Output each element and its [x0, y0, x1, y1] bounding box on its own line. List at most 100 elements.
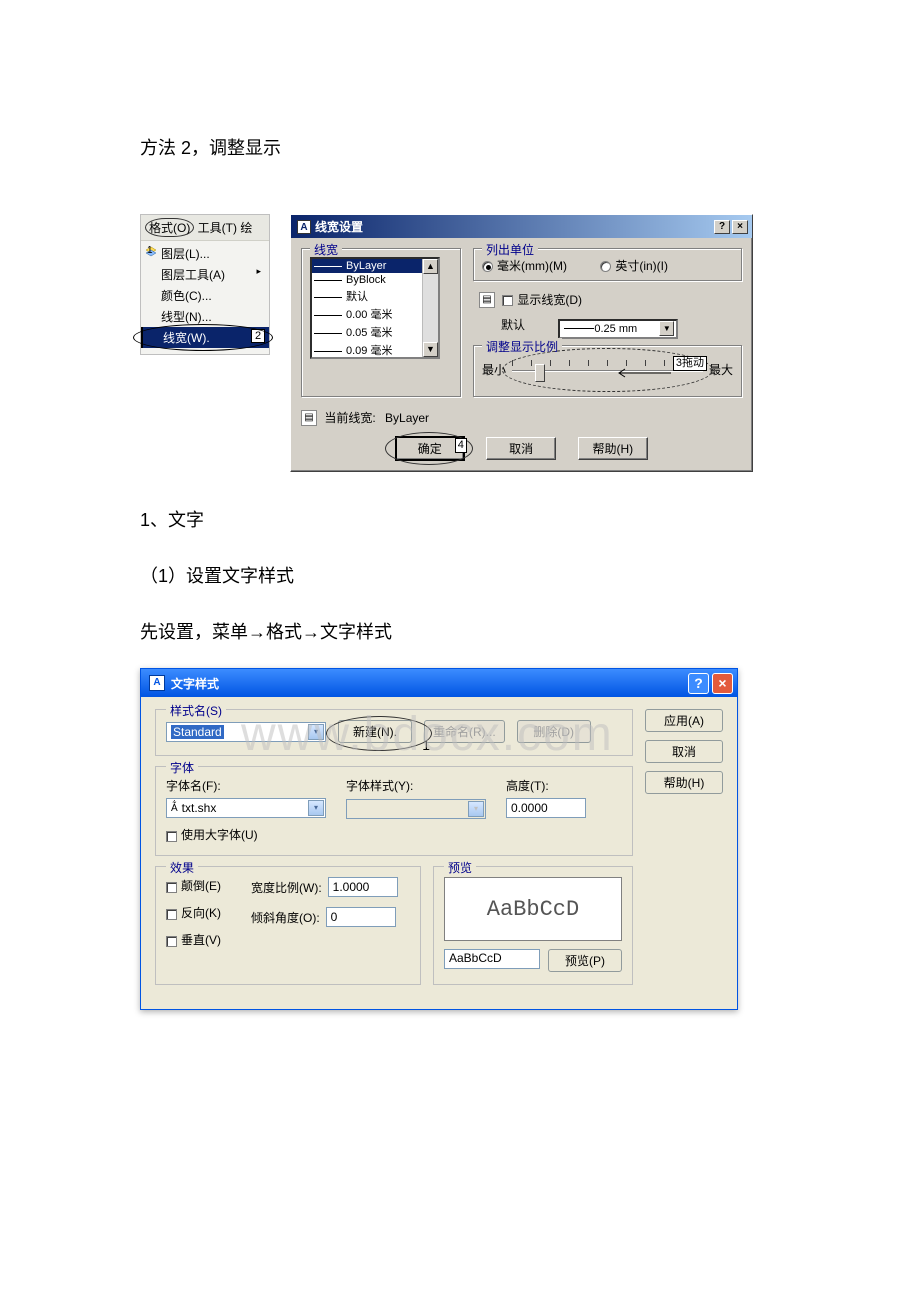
- checkbox-icon: [166, 882, 177, 893]
- preview-canvas: AaBbCcD: [444, 877, 622, 941]
- dialog-title: 文字样式: [171, 675, 219, 692]
- text-style-dialog: www.bdocx.com A 文字样式 ? × 样式名(S) Standard: [140, 668, 738, 1010]
- preview-button[interactable]: 预览(P): [548, 949, 622, 972]
- lineweight-list[interactable]: ByLayer ByBlock 默认 0.00 毫米 0.05 毫米 0.09 …: [310, 257, 440, 359]
- radio-inch[interactable]: 英寸(in)(I): [600, 257, 668, 274]
- oblique-label: 倾斜角度(O):: [251, 909, 320, 926]
- help-button[interactable]: 帮助(H): [645, 771, 723, 794]
- close-button[interactable]: ×: [732, 220, 748, 234]
- scale-max-label: 最大: [709, 361, 733, 378]
- help-button[interactable]: ?: [688, 673, 709, 694]
- menu-tools[interactable]: 工具(T): [198, 221, 237, 235]
- oblique-input[interactable]: 0: [326, 907, 396, 927]
- list-item[interactable]: ByBlock: [312, 273, 438, 287]
- current-icon: ▤: [301, 410, 317, 426]
- check-backward[interactable]: 反向(K): [166, 904, 221, 921]
- app-icon: A: [149, 675, 165, 691]
- group-effect-legend: 效果: [166, 859, 198, 876]
- list-item[interactable]: 0.09 毫米: [312, 341, 438, 359]
- scrollbar[interactable]: ▲ ▼: [422, 259, 438, 357]
- cancel-button[interactable]: 取消: [486, 437, 556, 460]
- menu-item-linetype[interactable]: 线型(N)...: [141, 306, 269, 327]
- scale-min-label: 最小: [482, 361, 506, 378]
- display-icon: ▤: [479, 292, 495, 308]
- default-label: 默认: [501, 318, 525, 332]
- font-style-label: 字体样式(Y):: [346, 777, 486, 794]
- menu-item-layer[interactable]: 1 图层(L)...: [141, 243, 269, 264]
- scroll-up-icon[interactable]: ▲: [423, 259, 438, 274]
- scroll-down-icon[interactable]: ▼: [423, 342, 438, 357]
- check-upside[interactable]: 颠倒(E): [166, 877, 221, 894]
- menu-item-label: 图层(L)...: [161, 247, 210, 261]
- checkbox-icon: [166, 936, 177, 947]
- menu-item-layer-tools[interactable]: 图层工具(A) ▸: [141, 264, 269, 285]
- list-item[interactable]: 0.00 毫米: [312, 305, 438, 323]
- group-scale-legend: 调整显示比例: [482, 338, 562, 355]
- menu-item-color[interactable]: 颜色(C)...: [141, 285, 269, 306]
- arrow-left-icon: [613, 368, 673, 378]
- method-heading: 方法 2，调整显示: [140, 130, 780, 166]
- radio-icon: [600, 261, 611, 272]
- format-menu: 格式(O) 工具(T) 绘 1 图层(L)... 图层工具(A) ▸ 颜色(C)…: [140, 214, 270, 355]
- chevron-down-icon: ▾: [308, 800, 324, 816]
- list-item[interactable]: ByLayer: [312, 259, 438, 273]
- group-preview-legend: 预览: [444, 859, 476, 876]
- annot-1: 1: [147, 245, 153, 256]
- section-1: 1、文字: [140, 502, 780, 538]
- annot-1-new: 1: [422, 737, 430, 753]
- check-big-font[interactable]: 使用大字体(U): [166, 826, 258, 843]
- annot-3-drag: 3拖动: [673, 356, 707, 371]
- apply-button[interactable]: 应用(A): [645, 709, 723, 732]
- group-units-legend: 列出单位: [482, 241, 538, 258]
- annot-4: 4: [455, 438, 467, 453]
- check-show-lineweight[interactable]: 显示线宽(D): [502, 291, 582, 308]
- current-lw-label: 当前线宽:: [324, 411, 375, 425]
- new-button[interactable]: 新建(N).: [338, 720, 412, 743]
- chevron-down-icon: ▼: [659, 321, 674, 336]
- style-name-select[interactable]: Standard ▾: [166, 722, 326, 742]
- shx-icon: A͋: [171, 803, 178, 814]
- checkbox-icon: [166, 831, 177, 842]
- preview-input[interactable]: AaBbCcD: [444, 949, 540, 969]
- section-1-body: 先设置，菜单→格式→文字样式: [140, 614, 780, 650]
- radio-mm[interactable]: 毫米(mm)(M): [482, 257, 567, 274]
- menu-item-label: 线宽(W).: [163, 331, 210, 345]
- height-input[interactable]: 0.0000: [506, 798, 586, 818]
- menu-item-lineweight[interactable]: 线宽(W). 2: [141, 327, 269, 348]
- menu-item-label: 线型(N)...: [161, 310, 212, 324]
- close-button[interactable]: ×: [712, 673, 733, 694]
- list-item[interactable]: 默认: [312, 287, 438, 305]
- radio-icon: [482, 261, 493, 272]
- font-name-select[interactable]: A͋ txt.shx ▾: [166, 798, 326, 818]
- group-font-legend: 字体: [166, 759, 198, 776]
- dialog-title: 线宽设置: [315, 218, 363, 235]
- dialog-titlebar: A 线宽设置 ? ×: [291, 215, 752, 238]
- chevron-down-icon: ▾: [468, 801, 484, 817]
- help-button[interactable]: ?: [714, 220, 730, 234]
- slider-thumb[interactable]: [535, 364, 545, 382]
- menu-item-label: 图层工具(A): [161, 268, 225, 282]
- group-style-name-legend: 样式名(S): [166, 702, 226, 719]
- menu-item-label: 颜色(C)...: [161, 289, 212, 303]
- width-ratio-input[interactable]: 1.0000: [328, 877, 398, 897]
- check-vertical[interactable]: 垂直(V): [166, 931, 221, 948]
- delete-button[interactable]: 删除(D): [517, 720, 591, 743]
- width-ratio-label: 宽度比例(W):: [251, 879, 322, 896]
- help-button[interactable]: 帮助(H): [578, 437, 649, 460]
- group-lineweight-legend: 线宽: [310, 241, 342, 258]
- section-1-sub: （1）设置文字样式: [140, 558, 780, 594]
- font-name-label: 字体名(F):: [166, 777, 326, 794]
- cancel-button[interactable]: 取消: [645, 740, 723, 763]
- rename-button[interactable]: 重命名(R)...: [424, 720, 505, 743]
- font-style-select[interactable]: ▾: [346, 799, 486, 819]
- height-label: 高度(T):: [506, 777, 586, 794]
- app-icon: A: [297, 220, 311, 234]
- annot-2: 2: [251, 329, 265, 343]
- menu-extra[interactable]: 绘: [240, 221, 252, 235]
- list-item[interactable]: 0.05 毫米: [312, 323, 438, 341]
- menu-bar: 格式(O) 工具(T) 绘: [141, 215, 269, 241]
- lineweight-dialog: A 线宽设置 ? × 线宽 ByLayer ByBlock 默认: [290, 214, 753, 472]
- default-lineweight-select[interactable]: 0.25 mm ▼: [558, 319, 678, 339]
- checkbox-icon: [166, 909, 177, 920]
- menu-format[interactable]: 格式(O): [145, 218, 194, 237]
